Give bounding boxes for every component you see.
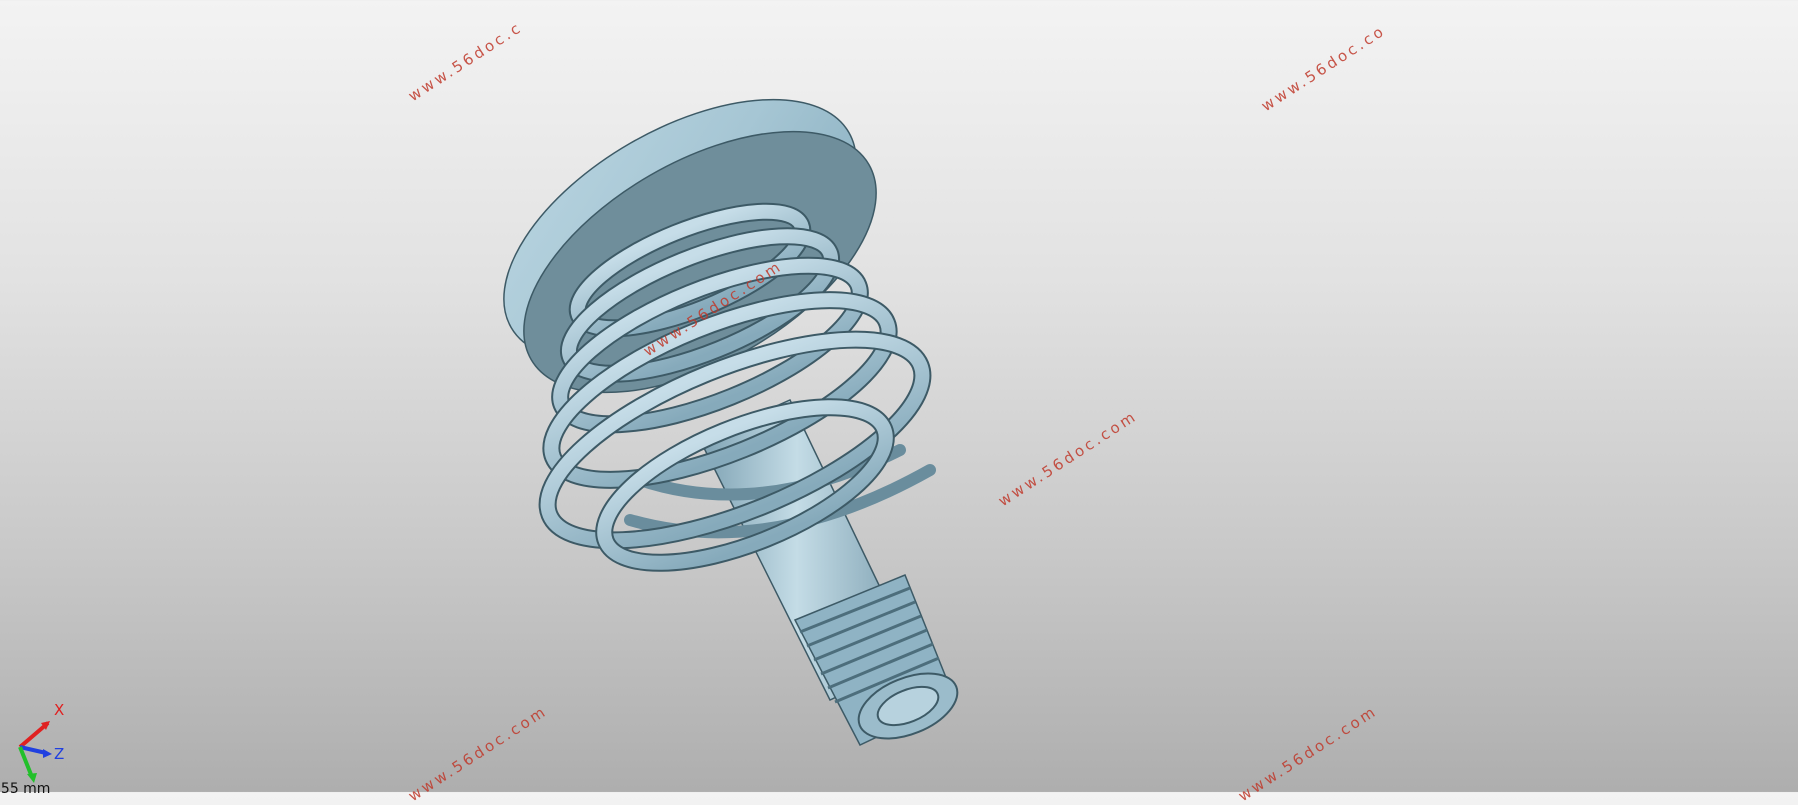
scale-label: 655 mm	[0, 781, 51, 797]
z-axis-label: Z	[54, 745, 64, 763]
y-axis-arrow	[18, 746, 34, 778]
axis-triad[interactable]: X Z	[6, 695, 76, 785]
3d-viewport[interactable]: www.56doc.c www.56doc.co www.56doc.com w…	[0, 0, 1798, 805]
x-axis-label: X	[54, 701, 64, 719]
spring-bolt-model[interactable]	[0, 0, 1798, 792]
